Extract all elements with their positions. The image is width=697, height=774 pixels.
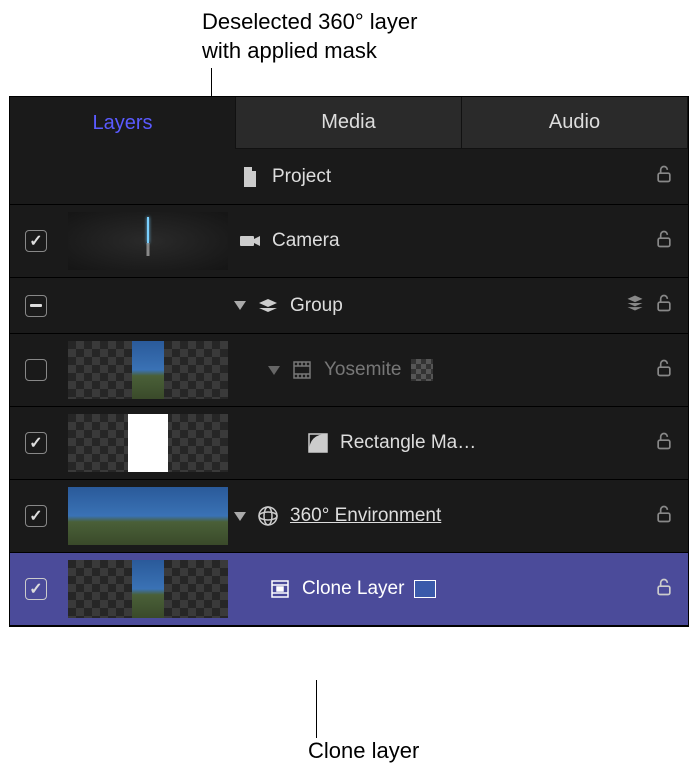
checkbox-group[interactable] — [25, 295, 47, 317]
transparency-swatch — [411, 359, 433, 381]
mask-icon — [306, 431, 330, 455]
annotation-bottom: Clone layer — [308, 737, 419, 766]
camera-label: Camera — [272, 230, 340, 252]
row-clone-layer[interactable]: Clone Layer — [10, 553, 688, 626]
thumbnail-clone — [68, 560, 228, 618]
checkbox-mask[interactable] — [25, 432, 47, 454]
row-camera[interactable]: Camera — [10, 205, 688, 278]
lock-icon[interactable] — [654, 293, 674, 318]
lock-icon[interactable] — [654, 358, 674, 383]
thumbnail-mask — [68, 414, 228, 472]
clone-layer-icon — [268, 577, 292, 601]
callout-line-bottom — [316, 680, 317, 738]
tab-layers[interactable]: Layers — [10, 97, 236, 149]
lock-icon[interactable] — [654, 504, 674, 529]
thumbnail-camera — [68, 212, 228, 270]
layers-panel: Layers Media Audio Project — [9, 96, 689, 627]
mask-label: Rectangle Ma… — [340, 432, 476, 454]
sphere-360-icon — [256, 504, 280, 528]
clone-label: Clone Layer — [302, 578, 404, 600]
project-icon — [238, 165, 262, 189]
row-rectangle-mask[interactable]: Rectangle Ma… — [10, 407, 688, 480]
lock-icon[interactable] — [654, 577, 674, 602]
disclosure-360env[interactable] — [234, 512, 246, 521]
lock-icon[interactable] — [654, 164, 674, 189]
env360-label[interactable]: 360° Environment — [290, 505, 441, 527]
thumbnail-360env — [68, 487, 228, 545]
checkbox-yosemite[interactable] — [25, 359, 47, 381]
lock-icon[interactable] — [654, 229, 674, 254]
row-360-environment[interactable]: 360° Environment — [10, 480, 688, 553]
filmstrip-icon — [290, 358, 314, 382]
yosemite-label: Yosemite — [324, 359, 401, 381]
tab-media[interactable]: Media — [236, 97, 462, 149]
checkbox-360env[interactable] — [25, 505, 47, 527]
group-label: Group — [290, 295, 343, 317]
checkbox-camera[interactable] — [25, 230, 47, 252]
row-project[interactable]: Project — [10, 149, 688, 205]
clone-swatch — [414, 580, 436, 598]
row-yosemite[interactable]: Yosemite — [10, 334, 688, 407]
blend-mode-icon[interactable] — [624, 293, 646, 318]
row-group[interactable]: Group — [10, 278, 688, 334]
thumbnail-yosemite — [68, 341, 228, 399]
disclosure-group[interactable] — [234, 301, 246, 310]
camera-icon — [238, 229, 262, 253]
annotation-top: Deselected 360° layer with applied mask — [202, 8, 417, 65]
tab-audio[interactable]: Audio — [462, 97, 688, 149]
project-label: Project — [272, 166, 331, 188]
tab-bar: Layers Media Audio — [10, 97, 688, 149]
group-icon — [256, 294, 280, 318]
disclosure-yosemite[interactable] — [268, 366, 280, 375]
checkbox-clone[interactable] — [25, 578, 47, 600]
lock-icon[interactable] — [654, 431, 674, 456]
